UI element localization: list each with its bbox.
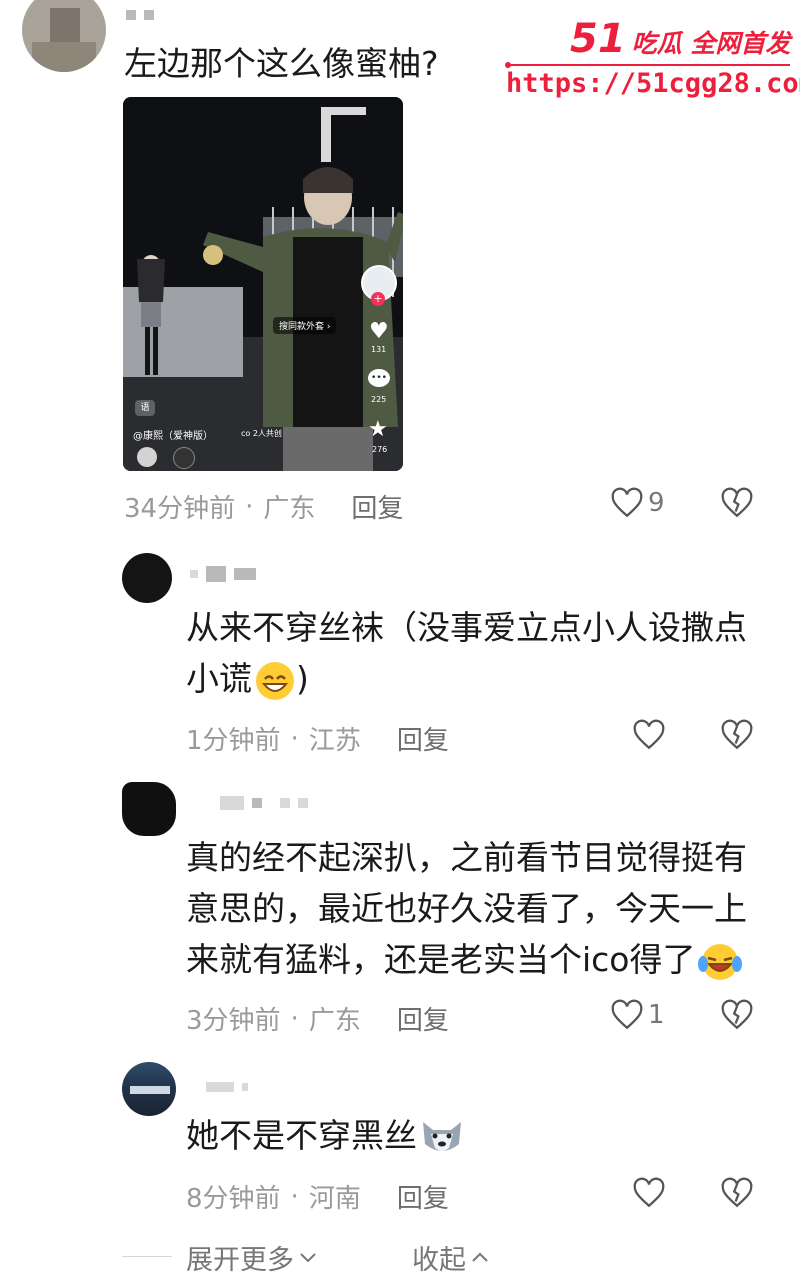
username-blurred[interactable] bbox=[126, 10, 154, 20]
avatar[interactable] bbox=[122, 782, 176, 836]
heart-icon bbox=[633, 1177, 665, 1208]
like-count: 1 bbox=[648, 1000, 665, 1030]
comment-time: 34分钟前 bbox=[124, 494, 236, 524]
broken-heart-icon bbox=[721, 999, 753, 1030]
watermark-logo: 51 吃瓜 全网首发 bbox=[570, 16, 790, 62]
comment-time: 3分钟前 bbox=[186, 1006, 281, 1036]
avatar[interactable] bbox=[122, 553, 172, 603]
reply-button[interactable]: 回复 bbox=[397, 720, 449, 757]
watermark-logo-text: 吃瓜 全网首发 bbox=[631, 29, 791, 58]
video-favorite-icon[interactable]: ★ bbox=[368, 417, 388, 442]
username-blurred[interactable] bbox=[206, 1082, 248, 1092]
heart-icon bbox=[611, 999, 643, 1030]
follow-plus-icon[interactable]: + bbox=[371, 292, 385, 306]
collapse-label: 收起 bbox=[412, 1245, 466, 1276]
video-author-handle[interactable]: @康熙（爱神版） bbox=[133, 427, 213, 442]
video-like-count: 131 bbox=[371, 345, 387, 354]
expand-more-label: 展开更多 bbox=[186, 1245, 294, 1276]
husky-emoji bbox=[423, 1121, 461, 1151]
chevron-up-icon bbox=[472, 1252, 488, 1262]
comment-time: 1分钟前 bbox=[186, 726, 281, 756]
expand-more-button[interactable]: 展开更多 bbox=[186, 1238, 320, 1277]
comment-location: 广东 bbox=[263, 494, 316, 524]
dislike-button[interactable] bbox=[720, 486, 754, 520]
comment-meta: 1分钟前 · 江苏 回复 bbox=[186, 720, 449, 757]
like-button[interactable] bbox=[632, 718, 666, 752]
chevron-down-icon bbox=[300, 1252, 316, 1262]
dislike-button[interactable] bbox=[720, 998, 754, 1032]
reply-button[interactable]: 回复 bbox=[351, 488, 403, 525]
video-music-avatar[interactable] bbox=[137, 447, 157, 467]
watermark-logo-number: 51 bbox=[570, 16, 626, 62]
video-music-disc-icon[interactable] bbox=[173, 447, 195, 469]
laugh-cry-emoji bbox=[697, 943, 742, 980]
broken-heart-icon bbox=[721, 487, 753, 518]
username-blurred[interactable] bbox=[220, 796, 308, 810]
comment-text: 真的经不起深扒，之前看节目觉得挺有意思的，最近也好久没看了，今天一上来就有猛料，… bbox=[186, 832, 766, 985]
comment-time: 8分钟前 bbox=[186, 1184, 281, 1214]
broken-heart-icon bbox=[721, 1177, 753, 1208]
grin-emoji bbox=[256, 661, 294, 700]
watermark: 51 吃瓜 全网首发 https://51cgg28.com bbox=[500, 16, 800, 106]
broken-heart-icon bbox=[721, 719, 753, 750]
heart-icon bbox=[611, 487, 643, 518]
video-comment-count: 225 bbox=[371, 395, 387, 404]
footer-divider bbox=[122, 1256, 172, 1257]
like-count: 9 bbox=[648, 488, 665, 518]
video-thumbnail[interactable]: + 搜同款外套 › ♥ 131 ••• 225 ★ 276 语 @康熙（爱神版）… bbox=[123, 97, 403, 471]
video-collab-label: co 2人共创 bbox=[241, 429, 282, 438]
like-button[interactable]: 1 bbox=[610, 998, 665, 1032]
comment-text: 她不是不穿黑丝 bbox=[186, 1110, 766, 1161]
dislike-button[interactable] bbox=[720, 718, 754, 752]
comment-meta: 3分钟前 · 广东 回复 bbox=[186, 1000, 449, 1037]
comment-location: 广东 bbox=[308, 1006, 361, 1036]
video-favorite-count: 276 bbox=[372, 445, 388, 454]
reply-button[interactable]: 回复 bbox=[397, 1000, 449, 1037]
watermark-url: https://51cgg28.com bbox=[506, 68, 800, 99]
comment-text: 左边那个这么像蜜柚? bbox=[124, 44, 439, 83]
like-button[interactable] bbox=[632, 1176, 666, 1210]
comment-text: 从来不穿丝袜（没事爱立点小人设撒点小谎) bbox=[186, 602, 766, 704]
like-button[interactable]: 9 bbox=[610, 486, 665, 520]
heart-icon bbox=[633, 719, 665, 750]
comment-location: 河南 bbox=[308, 1184, 361, 1214]
video-comment-icon[interactable]: ••• bbox=[368, 369, 390, 387]
username-blurred[interactable] bbox=[190, 566, 256, 582]
video-like-icon[interactable]: ♥ bbox=[369, 319, 389, 344]
avatar[interactable] bbox=[22, 0, 106, 72]
comment-meta: 8分钟前 · 河南 回复 bbox=[186, 1178, 449, 1215]
reply-button[interactable]: 回复 bbox=[397, 1178, 449, 1215]
search-same-item-tag[interactable]: 搜同款外套 › bbox=[273, 317, 337, 334]
avatar[interactable] bbox=[122, 1062, 176, 1116]
dislike-button[interactable] bbox=[720, 1176, 754, 1210]
comment-meta: 34分钟前 · 广东 回复 bbox=[124, 488, 403, 525]
video-corner-tag: 语 bbox=[135, 400, 155, 416]
comment-location: 江苏 bbox=[308, 726, 361, 756]
collapse-button[interactable]: 收起 bbox=[412, 1238, 492, 1277]
